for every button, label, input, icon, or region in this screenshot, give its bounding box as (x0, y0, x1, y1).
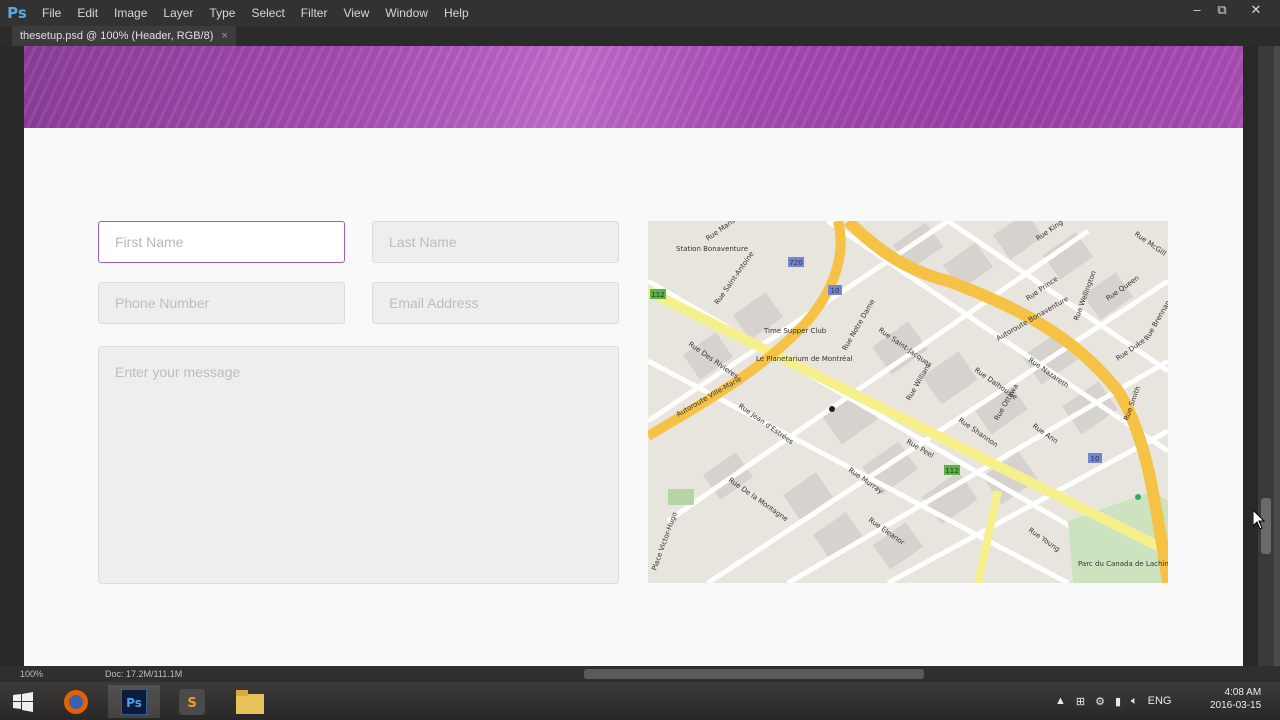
menu-filter[interactable]: Filter (293, 0, 336, 26)
svg-text:Parc du Canada de Lachine: Parc du Canada de Lachine (1078, 560, 1168, 568)
system-tray: ▲ ⊞ ⚙ ▮ 🔈︎ ENG (1055, 682, 1172, 720)
clock-time: 4:08 AM (1224, 687, 1262, 698)
restore-button[interactable]: ⧉ (1207, 0, 1237, 22)
menu-bar: Ps File Edit Image Layer Type Select Fil… (0, 0, 1280, 26)
email-address-field[interactable]: Email Address (372, 282, 619, 324)
svg-text:Time Supper Club: Time Supper Club (763, 327, 827, 335)
clock-date: 2016-03-15 (1210, 700, 1262, 711)
svg-text:112: 112 (945, 467, 958, 475)
volume-icon[interactable]: 🔈︎ (1131, 695, 1138, 708)
clock[interactable]: 4:08 AM 2016-03-15 (1210, 686, 1261, 712)
horizontal-scroll-thumb[interactable] (584, 669, 924, 679)
menu-type[interactable]: Type (201, 0, 243, 26)
doc-size-info: Doc: 17.2M/111.1M (105, 669, 183, 679)
document-tab-bar: thesetup.psd @ 100% (Header, RGB/8) × (0, 26, 1280, 46)
document-canvas[interactable]: First Name Last Name Phone Number Email … (24, 46, 1243, 666)
mouse-cursor-icon (1252, 508, 1266, 535)
network-icon[interactable]: ▮ (1115, 695, 1121, 708)
close-tab-icon[interactable]: × (221, 26, 227, 46)
map-graphic: 720 10 112 112 10 Station Bonaventure Ru… (648, 221, 1168, 583)
svg-text:Station Bonaventure: Station Bonaventure (676, 245, 748, 253)
vertical-scrollbar[interactable] (1258, 46, 1274, 666)
last-name-field[interactable]: Last Name (372, 221, 619, 263)
menu-select[interactable]: Select (243, 0, 292, 26)
svg-text:Le Planetarium de Montréal: Le Planetarium de Montréal (756, 355, 853, 363)
map-park-small (668, 489, 694, 505)
menu-file[interactable]: File (34, 0, 69, 26)
language-indicator[interactable]: ENG (1148, 695, 1172, 707)
photoshop-logo: Ps (7, 4, 27, 22)
close-button[interactable]: ✕ (1241, 0, 1271, 22)
status-bar: 100% Doc: 17.2M/111.1M (0, 666, 580, 682)
menu-window[interactable]: Window (377, 0, 436, 26)
map-metro-marker (1135, 494, 1141, 500)
svg-text:S: S (187, 696, 196, 711)
svg-text:10: 10 (831, 287, 840, 295)
svg-text:10: 10 (1091, 455, 1100, 463)
map[interactable]: 720 10 112 112 10 Station Bonaventure Ru… (648, 221, 1168, 583)
zoom-level[interactable]: 100% (20, 669, 43, 679)
map-marker (829, 406, 835, 412)
right-panel-edge (1274, 46, 1280, 666)
svg-text:Ps: Ps (126, 696, 142, 710)
tray-expand-icon[interactable]: ▲ (1055, 695, 1066, 707)
menu-layer[interactable]: Layer (155, 0, 201, 26)
first-name-field[interactable]: First Name (98, 221, 345, 263)
menu-view[interactable]: View (335, 0, 377, 26)
svg-text:720: 720 (789, 259, 802, 267)
taskbar: Ps S ▲ ⊞ ⚙ ▮ 🔈︎ ENG (0, 682, 1280, 720)
windows-start-icon[interactable] (0, 685, 46, 718)
document-tab[interactable]: thesetup.psd @ 100% (Header, RGB/8) × (12, 26, 236, 46)
phone-number-field[interactable]: Phone Number (98, 282, 345, 324)
sublime-text-icon[interactable]: S (166, 685, 218, 718)
photoshop-taskbar-icon[interactable]: Ps (108, 685, 160, 718)
document-tab-title: thesetup.psd @ 100% (Header, RGB/8) (20, 30, 214, 42)
menu-edit[interactable]: Edit (69, 0, 106, 26)
settings-tray-icon[interactable]: ⚙ (1095, 695, 1105, 708)
message-textarea[interactable]: Enter your message (98, 346, 619, 584)
windows-flag-tray-icon[interactable]: ⊞ (1076, 695, 1085, 708)
file-explorer-icon[interactable] (224, 685, 276, 718)
menu-image[interactable]: Image (106, 0, 155, 26)
header-image (24, 46, 1243, 128)
svg-text:112: 112 (651, 291, 664, 299)
firefox-icon[interactable] (50, 685, 102, 718)
menu-help[interactable]: Help (436, 0, 477, 26)
